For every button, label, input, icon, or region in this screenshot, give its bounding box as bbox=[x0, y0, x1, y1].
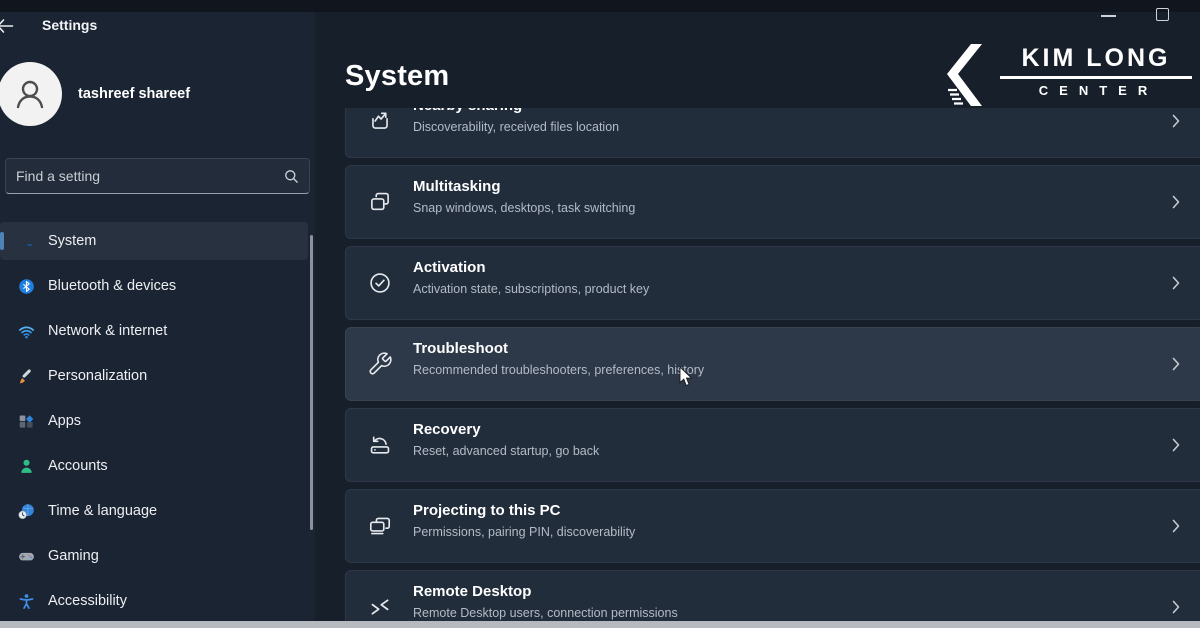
multitasking-icon bbox=[367, 189, 393, 215]
accounts-icon bbox=[18, 458, 35, 475]
time-language-icon bbox=[18, 503, 35, 520]
chevron-right-icon bbox=[1172, 195, 1180, 209]
settings-window: Settings tashreef shareef System Bluetoo… bbox=[0, 0, 1200, 628]
card-subtitle: Discoverability, received files location bbox=[413, 120, 619, 134]
remote-desktop-icon bbox=[367, 594, 393, 620]
sidebar-item-system[interactable]: System bbox=[0, 222, 308, 260]
card-title: Activation bbox=[413, 259, 486, 276]
network-icon bbox=[18, 323, 35, 340]
card-subtitle: Permissions, pairing PIN, discoverabilit… bbox=[413, 525, 635, 539]
search-icon[interactable] bbox=[284, 169, 299, 184]
search-input[interactable] bbox=[16, 168, 284, 184]
sidebar-item-apps[interactable]: Apps bbox=[0, 402, 308, 440]
sidebar-item-label: Personalization bbox=[48, 368, 147, 384]
card-subtitle: Reset, advanced startup, go back bbox=[413, 444, 599, 458]
mouse-cursor bbox=[679, 366, 695, 388]
logo-line2: CENTER bbox=[1005, 83, 1192, 98]
chevron-right-icon bbox=[1172, 114, 1180, 128]
settings-card-projecting-to-this-pc[interactable]: Projecting to this PC Permissions, pairi… bbox=[345, 489, 1200, 563]
page-title: System bbox=[345, 60, 449, 93]
chevron-right-icon bbox=[1172, 357, 1180, 371]
back-arrow-icon[interactable] bbox=[0, 16, 14, 36]
card-subtitle: Snap windows, desktops, task switching bbox=[413, 201, 635, 215]
sidebar-item-label: Gaming bbox=[48, 548, 99, 564]
gaming-icon bbox=[18, 548, 35, 565]
bottom-edge-bar bbox=[0, 621, 1200, 628]
logo-chevron-icon bbox=[946, 42, 996, 110]
system-icon bbox=[18, 233, 35, 250]
chevron-right-icon bbox=[1172, 438, 1180, 452]
card-title: Troubleshoot bbox=[413, 340, 508, 357]
card-title: Remote Desktop bbox=[413, 583, 531, 600]
minimize-button[interactable] bbox=[1101, 15, 1116, 17]
sidebar: Settings tashreef shareef System Bluetoo… bbox=[0, 0, 315, 628]
settings-card-remote-desktop[interactable]: Remote Desktop Remote Desktop users, con… bbox=[345, 570, 1200, 628]
sidebar-item-time-language[interactable]: Time & language bbox=[0, 492, 308, 530]
chevron-right-icon bbox=[1172, 600, 1180, 614]
sidebar-item-network-internet[interactable]: Network & internet bbox=[0, 312, 308, 350]
sidebar-item-accessibility[interactable]: Accessibility bbox=[0, 582, 308, 620]
nearby-sharing-icon bbox=[367, 108, 393, 134]
user-name: tashreef shareef bbox=[78, 86, 190, 102]
activation-icon bbox=[367, 270, 393, 296]
card-subtitle: Recommended troubleshooters, preferences… bbox=[413, 363, 704, 377]
personalization-icon bbox=[18, 368, 35, 385]
chevron-right-icon bbox=[1172, 519, 1180, 533]
titlebar-strip bbox=[0, 0, 1200, 12]
card-subtitle: Remote Desktop users, connection permiss… bbox=[413, 606, 678, 620]
kim-long-center-logo: KIM LONG CENTER bbox=[938, 40, 1198, 112]
app-title: Settings bbox=[42, 17, 97, 33]
settings-card-troubleshoot[interactable]: Troubleshoot Recommended troubleshooters… bbox=[345, 327, 1200, 401]
sidebar-nav: System Bluetooth & devices Network & int… bbox=[0, 222, 308, 620]
card-title: Projecting to this PC bbox=[413, 502, 561, 519]
logo-line1: KIM LONG bbox=[1000, 44, 1192, 73]
avatar bbox=[0, 62, 62, 126]
person-icon bbox=[10, 74, 50, 114]
search-box[interactable] bbox=[5, 158, 310, 194]
recovery-icon bbox=[367, 432, 393, 458]
sidebar-item-label: Time & language bbox=[48, 503, 157, 519]
troubleshoot-icon bbox=[367, 351, 393, 377]
sidebar-item-personalization[interactable]: Personalization bbox=[0, 357, 308, 395]
sidebar-item-accounts[interactable]: Accounts bbox=[0, 447, 308, 485]
chevron-right-icon bbox=[1172, 276, 1180, 290]
projecting-icon bbox=[367, 513, 393, 539]
sidebar-item-label: Apps bbox=[48, 413, 81, 429]
logo-divider bbox=[1000, 76, 1192, 79]
settings-card-multitasking[interactable]: Multitasking Snap windows, desktops, tas… bbox=[345, 165, 1200, 239]
sidebar-item-bluetooth-devices[interactable]: Bluetooth & devices bbox=[0, 267, 308, 305]
card-title: Recovery bbox=[413, 421, 481, 438]
apps-icon bbox=[18, 413, 35, 430]
sidebar-scrollbar[interactable] bbox=[310, 235, 313, 530]
sidebar-item-label: Accounts bbox=[48, 458, 108, 474]
sidebar-item-gaming[interactable]: Gaming bbox=[0, 537, 308, 575]
maximize-button[interactable] bbox=[1156, 8, 1169, 21]
sidebar-item-label: Accessibility bbox=[48, 593, 127, 609]
settings-card-activation[interactable]: Activation Activation state, subscriptio… bbox=[345, 246, 1200, 320]
sidebar-item-label: Network & internet bbox=[48, 323, 167, 339]
sidebar-item-label: Bluetooth & devices bbox=[48, 278, 176, 294]
bluetooth-icon bbox=[18, 278, 35, 295]
settings-card-list: Nearby sharing Discoverability, received… bbox=[345, 84, 1200, 628]
accessibility-icon bbox=[18, 593, 35, 610]
card-subtitle: Activation state, subscriptions, product… bbox=[413, 282, 649, 296]
settings-card-recovery[interactable]: Recovery Reset, advanced startup, go bac… bbox=[345, 408, 1200, 482]
sidebar-item-label: System bbox=[48, 233, 96, 249]
card-title: Multitasking bbox=[413, 178, 501, 195]
